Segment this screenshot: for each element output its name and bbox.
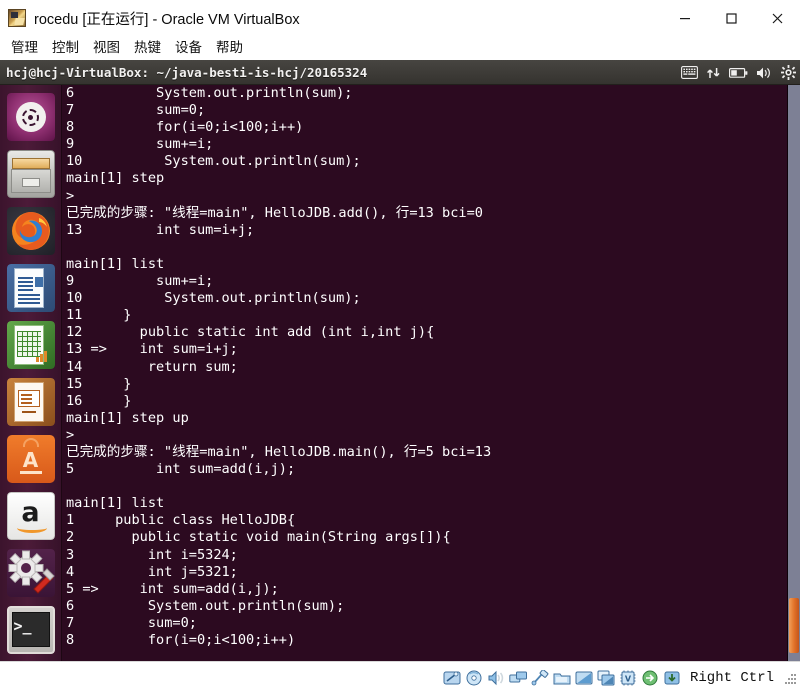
libreoffice-impress-icon [6, 378, 55, 426]
menu-item-devices[interactable]: 设备 [168, 36, 209, 60]
network-transfer-icon[interactable] [706, 66, 721, 80]
amazon-icon: a [6, 492, 55, 540]
keyboard-indicator-icon[interactable] [681, 66, 698, 79]
vbox-statusbar: V Right Ctrl [0, 661, 800, 693]
launcher-item-libreoffice-calc[interactable] [6, 321, 55, 369]
resize-grip-icon[interactable] [781, 670, 797, 686]
launcher-item-terminal[interactable]: >_ [6, 606, 55, 654]
maximize-button[interactable] [708, 0, 754, 36]
unity-launcher: A a >_ [0, 85, 62, 661]
status-icons: V [443, 668, 682, 687]
ubuntu-software-icon: A [6, 435, 55, 483]
virtualization-cpu-icon[interactable]: V [619, 668, 638, 687]
guest-screen: hcj@hcj-VirtualBox: ~/java-besti-is-hcj/… [0, 60, 800, 661]
window-controls [662, 0, 800, 36]
hard-disk-icon[interactable] [443, 668, 462, 687]
system-menu-gear-icon[interactable] [781, 65, 796, 80]
shared-folders-icon[interactable] [553, 668, 572, 687]
terminal-output: 6 System.out.println(sum); 7 sum=0; 8 fo… [66, 85, 492, 648]
menu-item-help[interactable]: 帮助 [209, 36, 250, 60]
host-key-label: Right Ctrl [689, 669, 774, 686]
battery-icon[interactable] [729, 67, 748, 79]
svg-text:V: V [625, 674, 632, 683]
menu-item-hotkey[interactable]: 热键 [127, 36, 168, 60]
mouse-integration-icon[interactable] [641, 668, 660, 687]
usb-icon[interactable] [531, 668, 550, 687]
display-icon[interactable] [575, 668, 594, 687]
files-icon [6, 150, 55, 198]
window-titlebar: rocedu [正在运行] - Oracle VM VirtualBox [0, 0, 800, 36]
launcher-item-amazon[interactable]: a [6, 492, 55, 540]
virtualbox-window: rocedu [正在运行] - Oracle VM VirtualBox 管理 … [0, 0, 800, 693]
window-title: rocedu [正在运行] - Oracle VM VirtualBox [34, 11, 300, 28]
launcher-item-ubuntu-software[interactable]: A [6, 435, 55, 483]
close-button[interactable] [754, 0, 800, 36]
menu-item-view[interactable]: 视图 [86, 36, 127, 60]
virtualbox-icon [8, 9, 26, 27]
launcher-item-firefox[interactable] [6, 207, 55, 255]
launcher-item-system-settings[interactable] [6, 549, 55, 597]
firefox-icon [6, 207, 55, 255]
network-adapter-icon[interactable] [509, 668, 528, 687]
menu-item-manage[interactable]: 管理 [4, 36, 45, 60]
panel-indicators [681, 60, 796, 85]
terminal-scrollbar[interactable] [787, 85, 800, 661]
terminal-window-title: hcj@hcj-VirtualBox: ~/java-besti-is-hcj/… [6, 64, 368, 80]
ubuntu-dash-icon [6, 93, 55, 141]
system-settings-icon [6, 549, 55, 597]
menubar: 管理 控制 视图 热键 设备 帮助 [0, 36, 800, 60]
menu-item-control[interactable]: 控制 [45, 36, 86, 60]
volume-icon[interactable] [756, 66, 773, 80]
libreoffice-calc-icon [6, 321, 55, 369]
launcher-item-libreoffice-writer[interactable] [6, 264, 55, 312]
terminal-icon: >_ [6, 606, 55, 654]
recording-icon[interactable] [597, 668, 616, 687]
launcher-item-files[interactable] [6, 150, 55, 198]
minimize-button[interactable] [662, 0, 708, 36]
libreoffice-writer-icon [6, 264, 55, 312]
host-key-state-icon[interactable] [663, 668, 682, 687]
optical-disc-icon[interactable] [465, 668, 484, 687]
audio-icon[interactable] [487, 668, 506, 687]
launcher-item-libreoffice-impress[interactable] [6, 378, 55, 426]
ubuntu-top-panel: hcj@hcj-VirtualBox: ~/java-besti-is-hcj/… [0, 60, 800, 85]
terminal-scrollbar-thumb[interactable] [789, 598, 799, 653]
terminal-window[interactable]: 6 System.out.println(sum); 7 sum=0; 8 fo… [62, 85, 800, 661]
launcher-item-ubuntu-dash[interactable] [6, 93, 55, 141]
